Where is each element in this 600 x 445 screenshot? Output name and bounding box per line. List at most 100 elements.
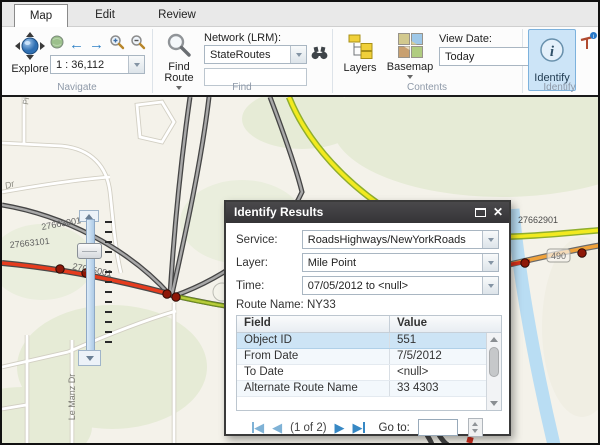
route-label: 27662901 <box>518 215 558 225</box>
basemap-button[interactable]: Basemap <box>387 33 433 79</box>
explore-button[interactable]: Explore <box>10 32 50 75</box>
identify-info-icon: i <box>538 36 566 69</box>
value-cell: 7/5/2012 <box>389 349 487 364</box>
basemap-label: Basemap <box>387 62 433 73</box>
tab-edit[interactable]: Edit <box>68 4 142 27</box>
chevron-down-icon <box>176 86 182 90</box>
tab-map[interactable]: Map <box>14 4 68 27</box>
previous-page-button[interactable]: ◀ <box>272 421 282 434</box>
table-row[interactable]: Object ID 551 <box>237 333 501 349</box>
dialog-titlebar[interactable]: Identify Results ✕ <box>226 202 509 223</box>
goto-page-input[interactable] <box>418 419 458 436</box>
view-date-value: Today <box>440 48 530 65</box>
goto-spinner[interactable] <box>468 418 483 437</box>
close-icon[interactable]: ✕ <box>493 205 503 223</box>
field-cell: To Date <box>237 365 389 380</box>
column-header-value[interactable]: Value <box>389 316 487 332</box>
view-date-label: View Date: <box>439 33 492 45</box>
find-route-label: Find Route <box>158 62 200 84</box>
binoculars-icon[interactable] <box>311 46 328 65</box>
service-value: RoadsHighways/NewYorkRoads <box>303 231 482 248</box>
basemap-tiles-icon <box>398 33 423 61</box>
time-label: Time: <box>236 280 302 292</box>
layer-value: Mile Point <box>303 254 482 271</box>
network-lrm-label: Network (LRM): <box>204 32 281 44</box>
street-label-pl: Pl <box>21 97 31 105</box>
table-header-row: Field Value <box>237 316 501 333</box>
service-label: Service: <box>236 234 302 246</box>
spinner-up-icon <box>472 422 478 426</box>
service-dropdown-button[interactable] <box>482 231 498 248</box>
spinner-down-icon <box>472 429 478 433</box>
group-label-navigate: Navigate <box>32 82 122 93</box>
layers-tree-icon <box>347 33 374 62</box>
zoom-slider-down-button[interactable] <box>78 350 101 366</box>
zoom-in-icon[interactable] <box>109 34 125 55</box>
chevron-down-icon <box>134 63 140 67</box>
field-cell: Alternate Route Name <box>237 381 389 396</box>
find-route-button[interactable]: Find Route <box>158 32 200 90</box>
tab-review[interactable]: Review <box>142 4 212 27</box>
table-row[interactable]: From Date 7/5/2012 <box>237 349 501 365</box>
time-value: 07/05/2012 to <null> <box>303 277 482 294</box>
last-page-button[interactable]: ▶ <box>353 421 365 434</box>
navigate-tool-row: ← → <box>50 34 146 55</box>
field-cell: From Date <box>237 349 389 364</box>
layer-label: Layer: <box>236 257 302 269</box>
network-lrm-value: StateRoutes <box>205 46 290 63</box>
pagination-bar: ◀ ◀ (1 of 2) ▶ ▶ Go to: <box>236 418 499 437</box>
route-name-text: Route Name: NY33 <box>236 299 499 311</box>
scrollbar-thumb[interactable] <box>489 347 499 377</box>
layer-combobox[interactable]: Mile Point <box>302 253 499 272</box>
ribbon: Explore ← → 1 : 36,112 Navigate Find <box>2 27 598 97</box>
table-row[interactable]: To Date <null> <box>237 365 501 381</box>
map-scale-dropdown-button[interactable] <box>128 56 144 73</box>
group-label-find: Find <box>197 82 287 93</box>
layers-button[interactable]: Layers <box>340 33 380 74</box>
triangle-down-icon <box>86 356 94 361</box>
back-arrow-icon[interactable]: ← <box>69 38 84 52</box>
network-lrm-dropdown-button[interactable] <box>290 46 306 63</box>
field-cell: Object ID <box>237 333 389 348</box>
dialog-body: Service: RoadsHighways/NewYorkRoads Laye… <box>226 223 509 437</box>
table-empty-row <box>237 397 501 410</box>
layer-dropdown-button[interactable] <box>482 254 498 271</box>
identify-results-dialog: Identify Results ✕ Service: RoadsHighway… <box>224 200 511 436</box>
globe-icon[interactable] <box>50 35 64 54</box>
group-separator <box>152 29 153 93</box>
explore-label: Explore <box>11 64 48 75</box>
network-lrm-combobox[interactable]: StateRoutes <box>204 45 307 64</box>
column-header-field[interactable]: Field <box>237 316 389 332</box>
map-scale-combobox[interactable]: 1 : 36,112 <box>50 55 145 74</box>
svg-text:490: 490 <box>551 251 566 261</box>
street-label-lemanz: Le Manz Dr <box>67 374 77 421</box>
zoom-out-icon[interactable] <box>130 34 146 55</box>
magnifier-icon <box>166 32 192 61</box>
forward-arrow-icon[interactable]: → <box>89 38 104 52</box>
chevron-down-icon <box>488 284 494 288</box>
goto-label: Go to: <box>379 422 410 434</box>
layers-label: Layers <box>343 63 376 74</box>
group-label-identify: Identify <box>517 82 600 93</box>
explore-pan-icon <box>15 32 45 63</box>
map-scale-value: 1 : 36,112 <box>51 56 128 73</box>
zoom-slider-track[interactable] <box>86 219 95 353</box>
scroll-up-icon[interactable] <box>487 333 501 345</box>
time-dropdown-button[interactable] <box>482 277 498 294</box>
table-row[interactable]: Alternate Route Name 33 4303 <box>237 381 501 397</box>
ribbon-tab-bar: Map Edit Review <box>2 2 598 27</box>
zoom-slider-ticks <box>105 221 112 351</box>
value-cell: 551 <box>389 333 487 348</box>
next-page-button[interactable]: ▶ <box>335 421 345 434</box>
chevron-down-icon <box>488 238 494 242</box>
scroll-down-icon[interactable] <box>490 401 498 406</box>
maximize-icon[interactable] <box>475 208 486 217</box>
app-window: Map Edit Review Explore <box>0 0 600 445</box>
first-page-button[interactable]: ◀ <box>252 421 264 434</box>
time-combobox[interactable]: 07/05/2012 to <null> <box>302 276 499 295</box>
table-scrollbar[interactable] <box>486 333 501 410</box>
zoom-slider-thumb[interactable] <box>77 243 102 259</box>
service-combobox[interactable]: RoadsHighways/NewYorkRoads <box>302 230 499 249</box>
identify-route-pin-icon[interactable]: i <box>580 32 598 57</box>
attributes-table: Field Value Object ID 551 From Date 7/5/… <box>236 315 502 411</box>
